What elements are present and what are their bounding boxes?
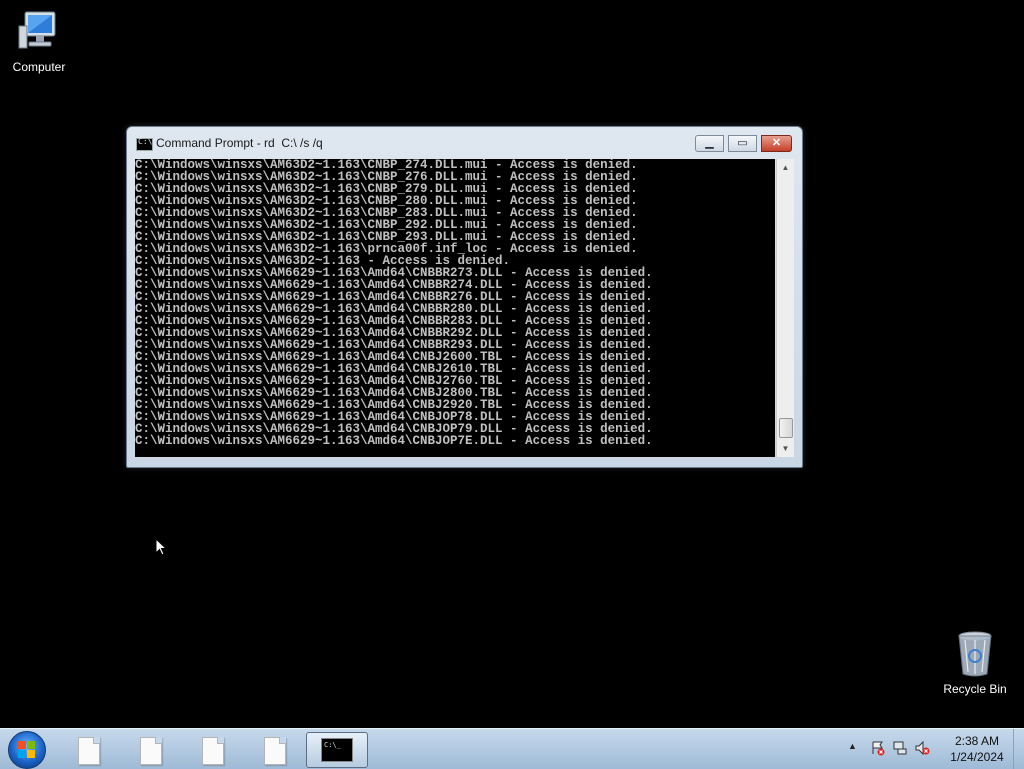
taskbar-item-document[interactable] xyxy=(250,732,302,766)
network-icon[interactable] xyxy=(892,740,908,756)
system-tray: ▲ 2:38 AM 1/24/2024 xyxy=(834,729,1024,769)
document-icon xyxy=(140,737,162,765)
desktop: Computer Recycle Bin C:\ Command Prompt … xyxy=(0,0,1024,728)
command-prompt-icon: C:\ xyxy=(136,137,153,151)
window-title-bar[interactable]: C:\ Command Prompt - rd C:\ /s /q ▁ ▭ ✕ xyxy=(127,127,802,157)
document-icon xyxy=(264,737,286,765)
computer-icon xyxy=(18,11,56,49)
console-line: C:\Windows\winsxs\AM6629~1.163\Amd64\CNB… xyxy=(135,434,653,448)
document-icon xyxy=(78,737,100,765)
desktop-icon-label: Computer xyxy=(12,60,66,74)
document-icon xyxy=(202,737,224,765)
taskbar-item-document[interactable] xyxy=(64,732,116,766)
desktop-icon-computer[interactable]: Computer xyxy=(0,8,78,74)
window-title: Command Prompt - rd C:\ /s /q xyxy=(156,136,323,150)
taskbar-item-command-prompt[interactable]: C:\_ xyxy=(306,732,368,768)
action-center-icon[interactable] xyxy=(870,740,886,756)
scroll-thumb[interactable] xyxy=(779,418,793,438)
desktop-icon-recycle-bin[interactable]: Recycle Bin xyxy=(936,630,1014,696)
desktop-icon-label: Recycle Bin xyxy=(943,682,1007,696)
close-icon: ✕ xyxy=(771,137,782,149)
show-hidden-icons-arrow-icon[interactable]: ▲ xyxy=(848,741,857,751)
maximize-icon: ▭ xyxy=(737,137,748,149)
clock[interactable]: 2:38 AM 1/24/2024 xyxy=(942,733,1012,765)
mouse-cursor-icon xyxy=(155,538,167,556)
show-desktop-button[interactable] xyxy=(1013,729,1024,769)
minimize-button[interactable]: ▁ xyxy=(695,135,724,152)
start-button[interactable] xyxy=(8,731,46,769)
taskbar-item-document[interactable] xyxy=(126,732,178,766)
taskbar: C:\_ ▲ 2:38 AM 1/24/2024 xyxy=(0,728,1024,769)
close-button[interactable]: ✕ xyxy=(761,135,792,152)
minimize-icon: ▁ xyxy=(705,137,714,149)
console-output[interactable]: C:\Windows\winsxs\AM63D2~1.163\CNBP_274.… xyxy=(135,159,775,457)
windows-start-icon xyxy=(18,741,36,759)
clock-time: 2:38 AM xyxy=(954,734,1000,748)
command-prompt-icon: C:\_ xyxy=(321,738,353,762)
scroll-up-arrow-icon[interactable]: ▲ xyxy=(777,159,794,176)
vertical-scrollbar[interactable]: ▲ ▼ xyxy=(776,159,794,457)
command-prompt-window[interactable]: C:\ Command Prompt - rd C:\ /s /q ▁ ▭ ✕ … xyxy=(126,126,803,468)
taskbar-item-document[interactable] xyxy=(188,732,240,766)
recycle-bin-icon xyxy=(958,631,992,677)
clock-date: 1/24/2024 xyxy=(950,750,1004,764)
volume-muted-icon[interactable] xyxy=(914,740,930,756)
scroll-down-arrow-icon[interactable]: ▼ xyxy=(777,440,794,457)
maximize-button[interactable]: ▭ xyxy=(728,135,757,152)
